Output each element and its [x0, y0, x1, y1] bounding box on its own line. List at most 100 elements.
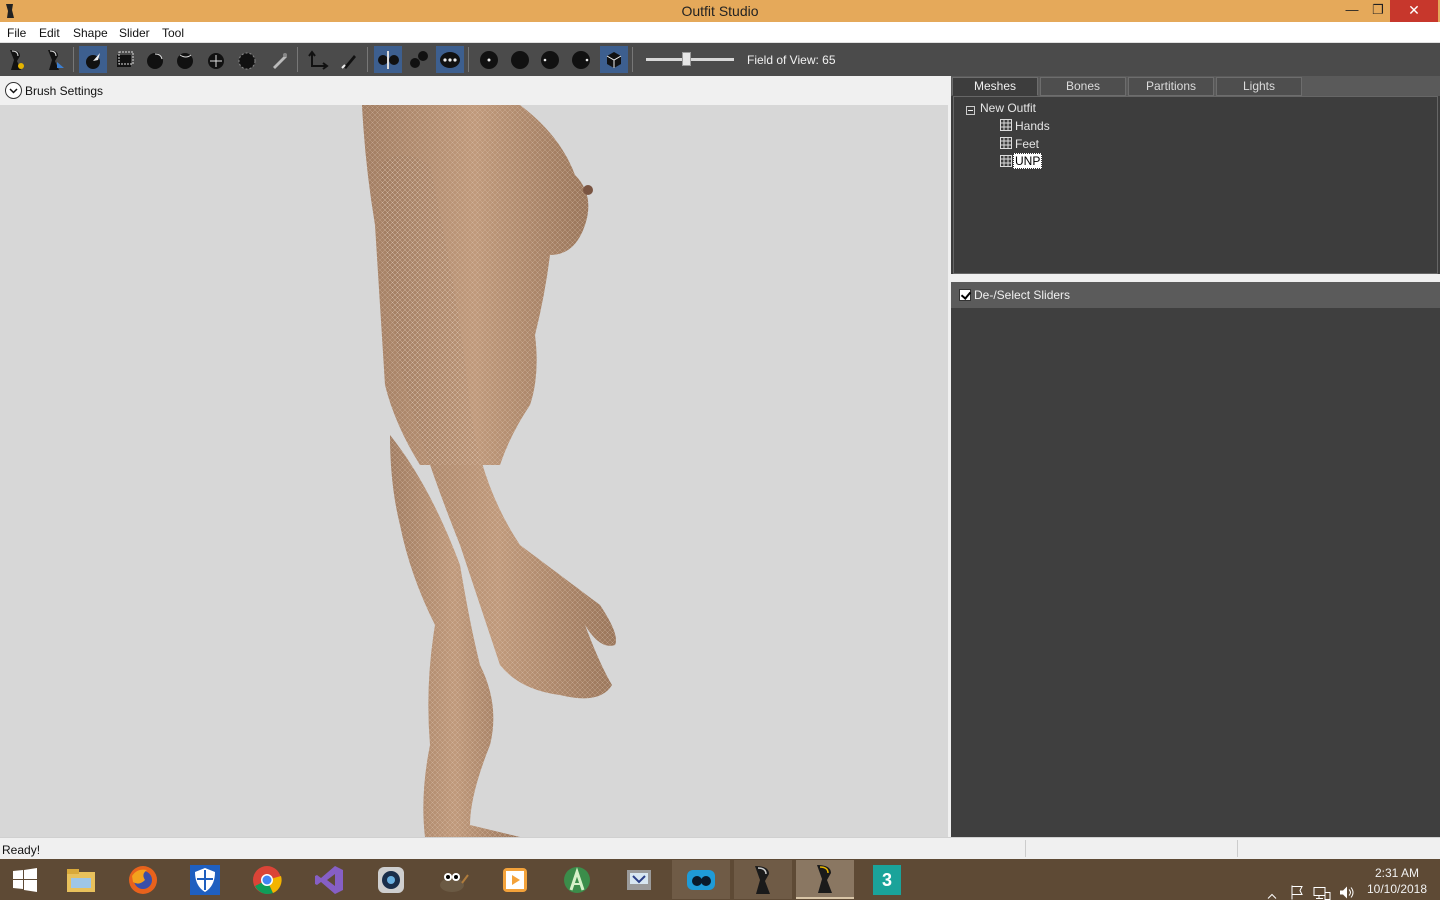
- taskbar-file-explorer[interactable]: [52, 860, 110, 899]
- show-wireframe-button[interactable]: [506, 46, 534, 73]
- color-brush-button[interactable]: [335, 46, 363, 73]
- taskbar-3ds-max[interactable]: 3: [858, 860, 916, 899]
- taskbar-android-studio[interactable]: [548, 860, 606, 899]
- windows-start-icon: [13, 867, 37, 892]
- taskbar-camera-app[interactable]: [362, 860, 420, 899]
- show-points-icon: [480, 50, 498, 69]
- smooth-brush-icon: [238, 52, 256, 69]
- taskbar-firefox[interactable]: [114, 860, 172, 899]
- mesh-grid-icon: [1000, 119, 1012, 131]
- inflate-brush-button[interactable]: [141, 46, 169, 73]
- right-panel: Meshes Bones Partitions Lights New Outfi…: [951, 76, 1440, 837]
- show-masks-icon: [572, 50, 590, 69]
- taskbar-clock[interactable]: 2:31 AM 10/10/2018: [1358, 865, 1436, 897]
- android-studio-icon: [564, 866, 590, 893]
- tab-lights[interactable]: Lights: [1216, 77, 1302, 96]
- menu-bar: File Edit Shape Slider Tool: [0, 22, 1440, 43]
- toolbar: Field of View: 65: [0, 43, 1440, 76]
- sliders-header-label[interactable]: De-/Select Sliders: [974, 288, 1070, 302]
- tree-item-unp[interactable]: UNP: [1013, 153, 1043, 169]
- file-explorer-icon: [67, 868, 95, 892]
- tree-item-hands[interactable]: Hands: [1015, 119, 1050, 133]
- tray-expand-icon[interactable]: [1267, 876, 1277, 900]
- tab-partitions[interactable]: Partitions: [1128, 77, 1214, 96]
- chrome-icon: [253, 865, 282, 894]
- tab-bones[interactable]: Bones: [1040, 77, 1126, 96]
- global-brush-icon: [440, 51, 460, 68]
- select-brush-button[interactable]: [79, 46, 107, 73]
- taskbar-gimp[interactable]: [424, 860, 482, 899]
- move-brush-button[interactable]: [202, 46, 230, 73]
- taskbar-chrome[interactable]: [238, 860, 296, 899]
- taskbar: 3 2:31 AM 10/10/2018: [0, 859, 1440, 900]
- move-brush-icon: [208, 52, 224, 69]
- select-brush-icon: [86, 52, 100, 69]
- smooth-brush-button[interactable]: [233, 46, 261, 73]
- connected-only-button[interactable]: [405, 46, 433, 73]
- weight-paint-icon: [273, 52, 287, 69]
- media-player-icon: [503, 867, 527, 892]
- taskbar-outfit-studio-active[interactable]: [796, 860, 854, 899]
- x-mirror-button[interactable]: [374, 46, 402, 73]
- color-brush-icon: [341, 54, 356, 69]
- panel-tabs: Meshes Bones Partitions Lights: [951, 76, 1440, 96]
- visual-studio-icon: [315, 865, 343, 894]
- load-project-button[interactable]: [41, 46, 69, 73]
- fov-label: Field of View: 65: [747, 53, 836, 67]
- global-brush-button[interactable]: [436, 46, 464, 73]
- mask-brush-icon: [117, 51, 134, 67]
- slider-list: [951, 308, 1440, 837]
- weight-paint-button[interactable]: [266, 46, 294, 73]
- connected-only-icon: [410, 50, 428, 68]
- camera-app-icon: [378, 866, 404, 893]
- body-mesh-model: [362, 105, 616, 837]
- show-masks-button[interactable]: [567, 46, 595, 73]
- inflate-brush-icon: [147, 52, 163, 69]
- show-lighting-button[interactable]: [536, 46, 564, 73]
- mask-brush-button[interactable]: [110, 46, 138, 73]
- taskbar-cloud-app[interactable]: [672, 860, 730, 899]
- outfit-studio-icon: [755, 865, 770, 894]
- show-lighting-icon: [541, 50, 559, 69]
- taskbar-media-player[interactable]: [486, 860, 544, 899]
- svg-text:3: 3: [882, 870, 892, 890]
- select-all-sliders-checkbox[interactable]: [959, 289, 971, 301]
- menu-edit[interactable]: Edit: [39, 26, 60, 40]
- action-center-flag-icon[interactable]: [1289, 872, 1305, 900]
- collapse-icon[interactable]: [966, 106, 975, 115]
- transform-icon: [308, 49, 329, 70]
- chevron-down-icon[interactable]: [5, 82, 22, 99]
- tab-meshes[interactable]: Meshes: [952, 77, 1038, 96]
- outfit-studio-active-icon: [817, 864, 832, 893]
- fov-slider-thumb[interactable]: [682, 52, 691, 66]
- brush-settings-label[interactable]: Brush Settings: [25, 84, 103, 98]
- close-button[interactable]: ✕: [1390, 0, 1438, 22]
- show-textures-icon: [606, 51, 622, 68]
- load-project-icon: [48, 49, 64, 70]
- 3ds-max-icon: 3: [873, 864, 901, 895]
- show-wireframe-icon: [511, 50, 529, 69]
- network-icon[interactable]: [1313, 872, 1331, 900]
- taskbar-vm-manager[interactable]: [610, 860, 668, 899]
- x-mirror-icon: [378, 50, 399, 69]
- menu-shape[interactable]: Shape: [73, 26, 108, 40]
- 3d-viewport[interactable]: [0, 105, 948, 837]
- taskbar-outfit-studio[interactable]: [734, 860, 792, 899]
- transform-button[interactable]: [304, 46, 332, 73]
- volume-icon[interactable]: [1338, 872, 1356, 900]
- new-project-button[interactable]: [3, 46, 31, 73]
- title-bar: Outfit Studio — ❐ ✕: [0, 0, 1440, 22]
- menu-slider[interactable]: Slider: [119, 26, 150, 40]
- gimp-icon: [440, 872, 469, 892]
- taskbar-visual-studio[interactable]: [300, 860, 358, 899]
- taskbar-defender[interactable]: [176, 860, 234, 899]
- show-textures-button[interactable]: [600, 46, 628, 73]
- windows-defender-icon: [190, 864, 220, 895]
- tree-root-new-outfit[interactable]: New Outfit: [980, 101, 1036, 115]
- deflate-brush-button[interactable]: [171, 46, 199, 73]
- show-points-button[interactable]: [475, 46, 503, 73]
- menu-tool[interactable]: Tool: [162, 26, 184, 40]
- tree-item-feet[interactable]: Feet: [1015, 137, 1039, 151]
- start-button[interactable]: [0, 860, 50, 899]
- menu-file[interactable]: File: [7, 26, 26, 40]
